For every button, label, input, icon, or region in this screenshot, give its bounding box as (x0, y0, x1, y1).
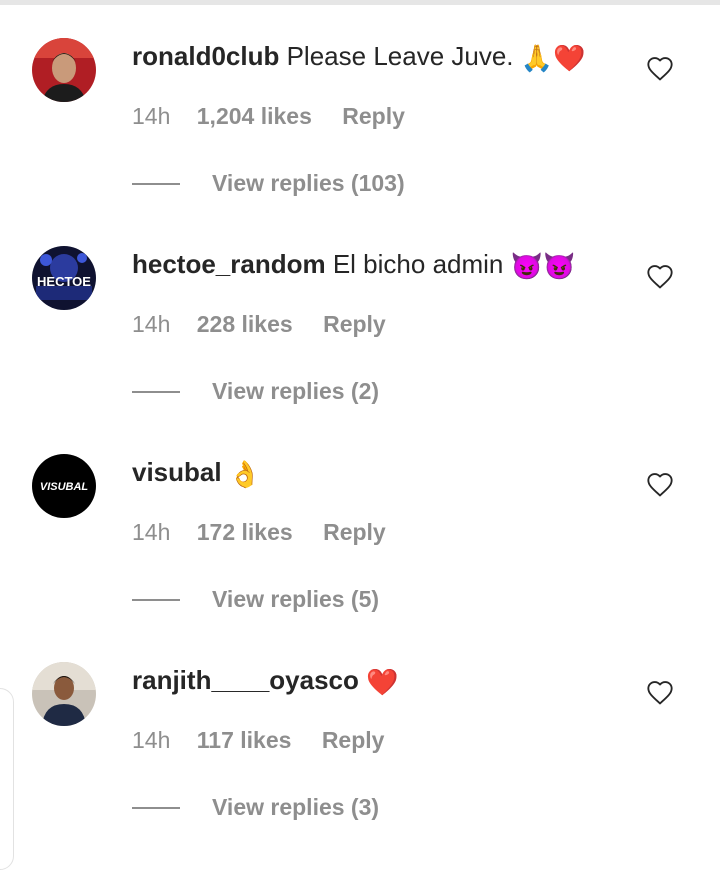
reply-button[interactable]: Reply (342, 103, 405, 129)
view-replies-label[interactable]: View replies (3) (212, 791, 379, 823)
avatar[interactable] (32, 662, 96, 726)
view-replies-label[interactable]: View replies (103) (212, 167, 405, 199)
avatar-logo-text: VISUBAL (40, 481, 89, 493)
view-replies-label[interactable]: View replies (5) (212, 583, 379, 615)
comment-emoji: 🙏❤️ (520, 43, 586, 73)
edge-card-overlay (0, 688, 14, 870)
comment-meta: 14h 1,204 likes Reply (132, 100, 405, 132)
comment-likes[interactable]: 1,204 likes (197, 103, 312, 129)
avatar[interactable]: VISUBAL (32, 454, 96, 518)
comment-body: ronald0club Please Leave Juve. 🙏❤️ (132, 39, 586, 75)
comment-likes[interactable]: 228 likes (197, 311, 293, 337)
comment-emoji: 👌 (228, 459, 262, 489)
comment-time: 14h (132, 103, 171, 129)
comment-username[interactable]: hectoe_random (132, 249, 326, 279)
reply-button[interactable]: Reply (323, 311, 386, 337)
comment-body: ranjith____oyasco ❤️ (132, 663, 399, 699)
reply-button[interactable]: Reply (323, 519, 386, 545)
like-heart-icon[interactable] (646, 55, 674, 83)
like-heart-icon[interactable] (646, 471, 674, 499)
comment-text: El bicho admin (332, 249, 504, 279)
comment-item: VISUBAL visubal 👌 14h 172 likes Reply Vi… (0, 416, 720, 624)
avatar-logo-text: HECTOE (37, 274, 91, 289)
comment-username[interactable]: visubal (132, 457, 222, 487)
like-heart-icon[interactable] (646, 679, 674, 707)
comment-time: 14h (132, 519, 171, 545)
comment-meta: 14h 117 likes Reply (132, 724, 384, 756)
comment-time: 14h (132, 727, 171, 753)
replies-divider (132, 599, 180, 601)
reply-button[interactable]: Reply (322, 727, 385, 753)
avatar[interactable] (32, 38, 96, 102)
comment-item: HECTOE hectoe_random El bicho admin 😈😈 1… (0, 208, 720, 416)
like-heart-icon[interactable] (646, 263, 674, 291)
comment-likes[interactable]: 117 likes (197, 727, 292, 753)
avatar[interactable]: HECTOE (32, 246, 96, 310)
comment-text: Please Leave Juve. (286, 41, 514, 71)
comment-username[interactable]: ranjith____oyasco (132, 665, 359, 695)
comment-body: hectoe_random El bicho admin 😈😈 (132, 247, 575, 283)
replies-divider (132, 391, 180, 393)
comment-body: visubal 👌 (132, 455, 261, 491)
comment-time: 14h (132, 311, 171, 337)
replies-divider (132, 807, 180, 809)
comment-likes[interactable]: 172 likes (197, 519, 293, 545)
comment-item: ranjith____oyasco ❤️ 14h 117 likes Reply… (0, 624, 720, 832)
comment-meta: 14h 172 likes Reply (132, 516, 386, 548)
comment-meta: 14h 228 likes Reply (132, 308, 386, 340)
comment-item: ronald0club Please Leave Juve. 🙏❤️ 14h 1… (0, 0, 720, 208)
view-replies-label[interactable]: View replies (2) (212, 375, 379, 407)
comment-username[interactable]: ronald0club (132, 41, 279, 71)
comment-emoji: 😈😈 (510, 251, 576, 281)
replies-divider (132, 183, 180, 185)
comment-emoji: ❤️ (366, 667, 399, 697)
